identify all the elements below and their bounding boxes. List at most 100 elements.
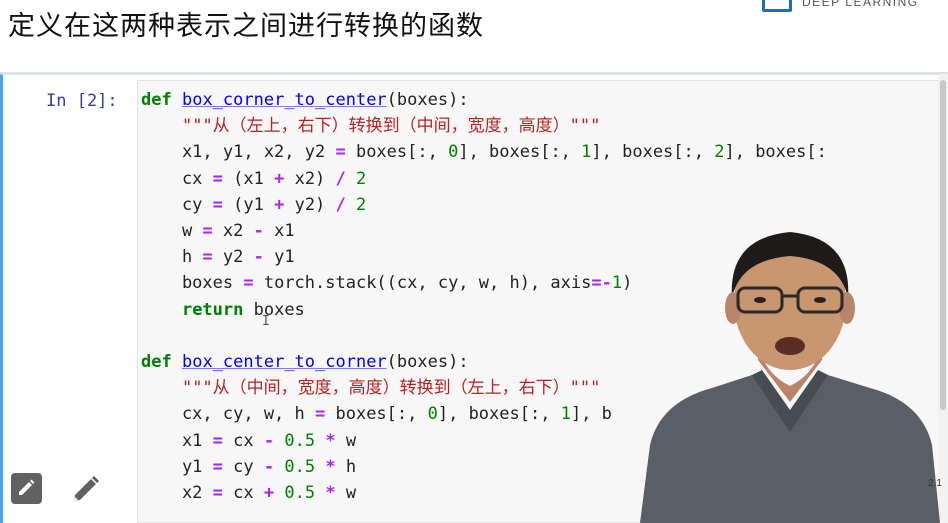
code-line: x1, y1, x2, y2 = boxes[:, 0], boxes[:, 1… (141, 139, 827, 165)
code-line: y1 = cy - 0.5 * h (141, 454, 356, 480)
code-token: (boxes): (386, 352, 469, 372)
code-token: def (141, 352, 172, 372)
code-token: ], boxes[:, (591, 142, 715, 163)
code-token: 0.5 (284, 430, 316, 451)
code-token: 0.5 (284, 456, 316, 477)
code-token: = (212, 456, 223, 477)
code-token: x1 (141, 430, 213, 451)
code-token: boxes[:, (345, 142, 449, 163)
notebook-page: { "header": { "title": "定义在这两种表示之间进行转换的函… (0, 0, 948, 523)
code-token: def (141, 90, 172, 110)
code-token: = (243, 273, 254, 294)
code-token: * (325, 456, 336, 477)
code-token: 1 (560, 404, 571, 425)
code-token: 1 (611, 273, 623, 294)
code-token: + (274, 194, 285, 215)
code-token: = (315, 404, 326, 425)
presenter-video (640, 232, 940, 523)
code-token: x2 (212, 221, 254, 241)
code-token: x1 (263, 221, 295, 241)
edit-button[interactable] (11, 473, 42, 504)
code-token: - (253, 221, 264, 241)
code-token: ], boxes[:, (458, 142, 582, 163)
code-token: = (212, 483, 223, 503)
code-token: box_corner_to_center (181, 90, 387, 110)
code-token: = (335, 142, 346, 163)
code-token: x2 (141, 483, 213, 503)
code-token: 0 (427, 404, 438, 425)
code-token: ], boxes[:, (437, 404, 561, 425)
code-line: boxes = torch.stack((cx, cy, w, h), axis… (141, 270, 632, 296)
code-token: 1 (581, 142, 592, 163)
code-token: (boxes): (386, 90, 469, 110)
pencil-icon[interactable] (70, 473, 102, 505)
code-token: boxes (243, 299, 305, 320)
code-token: * (325, 483, 336, 503)
code-token: w (335, 483, 357, 503)
code-token: box_center_to_corner (181, 352, 387, 372)
logo-icon (762, 0, 792, 12)
code-token: ], boxes[: (724, 142, 827, 163)
code-token: boxes[:, (325, 404, 428, 425)
code-token: 2 (714, 142, 725, 163)
side-label: 2.1 (928, 478, 942, 489)
code-token: cx, cy, w, h (141, 404, 315, 425)
code-token: = (202, 221, 213, 241)
code-token: 0.5 (284, 483, 316, 503)
code-token: cy (141, 194, 213, 215)
text-cursor: I (262, 314, 270, 329)
code-token: cy (222, 456, 264, 477)
logo-text: DEEP LEARNING (802, 0, 919, 9)
code-token: return (181, 299, 244, 320)
code-token: - (263, 430, 275, 451)
code-token: + (274, 168, 285, 189)
code-token: ) (622, 273, 633, 294)
code-token: (x1 (222, 168, 275, 189)
code-line: cx = (x1 + x2) / 2 (141, 166, 366, 192)
code-line: def box_center_to_corner(boxes): (141, 349, 469, 375)
code-line: """从（左上，右下）转换到（中间，宽度，高度）""" (141, 113, 600, 139)
code-token: w (335, 430, 357, 451)
code-token: =- (591, 273, 612, 294)
code-line: w = x2 - x1 (141, 218, 295, 244)
code-line: x2 = cx + 0.5 * w (141, 480, 356, 506)
code-token: y1 (263, 247, 295, 268)
code-token: 0 (448, 142, 459, 163)
code-token: = (212, 194, 223, 215)
code-line: cy = (y1 + y2) / 2 (141, 192, 366, 218)
code-token: cx (141, 168, 213, 189)
code-token: (y1 (222, 194, 275, 215)
code-token: + (263, 483, 275, 503)
scrollbar-thumb[interactable] (940, 80, 946, 410)
code-line: cx, cy, w, h = boxes[:, 0], boxes[:, 1],… (141, 401, 612, 427)
page-title: 定义在这两种表示之间进行转换的函数 (8, 11, 484, 42)
code-token: torch.stack((cx, cy, w, h), axis (253, 273, 592, 294)
cell-prompt: In [2]: (46, 91, 118, 111)
code-token: h (141, 247, 203, 268)
code-token: = (212, 168, 223, 189)
code-token: 2 (356, 168, 367, 189)
code-line: h = y2 - y1 (141, 244, 295, 270)
code-token: w (141, 221, 203, 241)
code-token: y1 (141, 456, 213, 477)
code-token: * (325, 430, 336, 451)
code-token: / (335, 168, 346, 189)
code-token: """从（中间，宽度，高度）转换到（左上，右下）""" (181, 378, 601, 399)
code-token: h (335, 456, 357, 477)
code-token: - (263, 456, 275, 477)
code-line: return boxes (141, 297, 305, 323)
code-token: y2) (284, 194, 336, 215)
code-token: y2 (212, 247, 254, 268)
